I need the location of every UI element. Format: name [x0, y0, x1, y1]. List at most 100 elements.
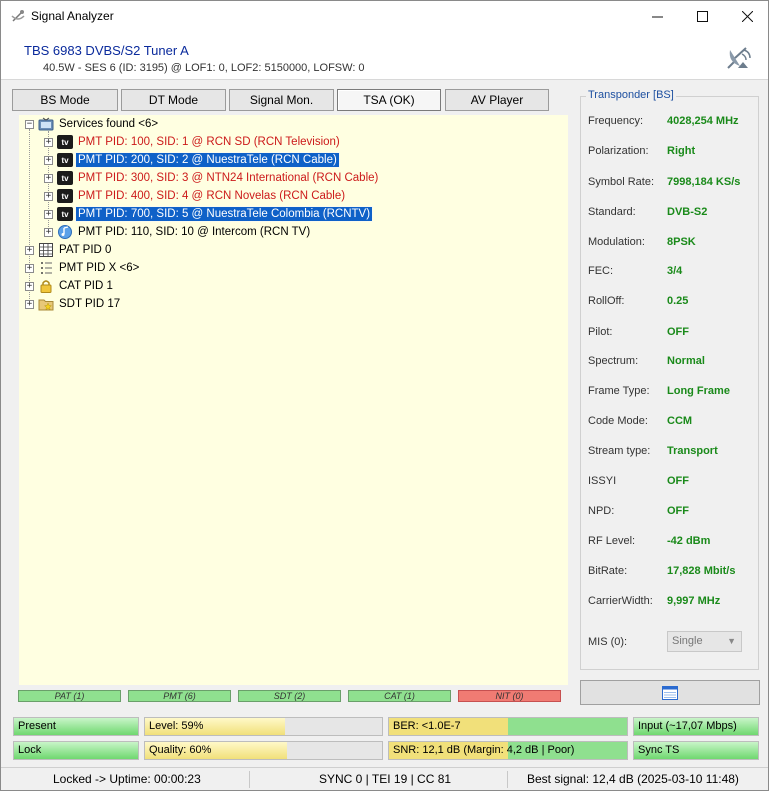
transponder-title: Transponder [BS] [586, 89, 676, 101]
tree-node-service[interactable]: + tv PMT PID: 100, SID: 1 @ RCN SD (RCN … [44, 134, 342, 150]
pid-status-pmt: PMT (6) [128, 690, 231, 702]
prop-key: Symbol Rate: [588, 176, 655, 188]
tab-tsa[interactable]: TSA (OK) [337, 89, 441, 111]
service-tree[interactable]: − Services found <6> + tv PMT PID: 100, … [19, 115, 568, 685]
tree-node-cat[interactable]: + CAT PID 1 [25, 278, 115, 294]
sync-indicator: Sync TS [633, 741, 759, 760]
tree-node-service[interactable]: + tv PMT PID: 200, SID: 2 @ NuestraTele … [44, 152, 340, 168]
prop-value: -42 dBm [667, 535, 711, 547]
prop-value: 3/4 [667, 265, 683, 277]
list-icon [41, 262, 52, 274]
prop-value: OFF [667, 475, 689, 487]
prop-key: Modulation: [588, 236, 645, 248]
snr-meter: SNR: 12,1 dB (Margin: 4,2 dB | Poor) [388, 741, 628, 760]
tree-node-label: PMT PID: 100, SID: 1 @ RCN SD (RCN Telev… [78, 136, 340, 148]
prop-value: CCM [667, 415, 693, 427]
prop-key: Pilot: [588, 326, 613, 338]
expand-icon[interactable]: + [25, 263, 34, 273]
tv-icon: tv [57, 189, 73, 203]
tree-node-label: Services found <6> [59, 118, 159, 130]
tree-node-label: PMT PID: 700, SID: 5 @ NuestraTele Colom… [74, 206, 374, 222]
close-icon [741, 11, 753, 22]
tree-node-service[interactable]: + tv PMT PID: 700, SID: 5 @ NuestraTele … [44, 206, 374, 222]
prop-key: NPD: [588, 505, 615, 517]
tab-signal-mon[interactable]: Signal Mon. [229, 89, 334, 111]
expand-icon[interactable]: + [44, 137, 53, 147]
ber-label: BER: <1.0E-7 [393, 720, 461, 732]
prop-value: Normal [667, 355, 705, 367]
maximize-button[interactable] [679, 1, 725, 32]
expand-icon[interactable]: + [44, 227, 53, 237]
pid-status-pat: PAT (1) [18, 690, 121, 702]
tv-icon: tv [57, 135, 73, 149]
panel-toggle-button[interactable] [580, 680, 760, 705]
tree-node-services[interactable]: − Services found <6> [25, 116, 160, 132]
status-sync: SYNC 0 | TEI 19 | CC 81 [319, 772, 452, 786]
prop-key: CarrierWidth: [588, 595, 653, 607]
tree-node-label: PMT PID: 200, SID: 2 @ NuestraTele (RCN … [75, 152, 340, 168]
prop-key: RF Level: [588, 535, 636, 547]
sync-label: Sync TS [638, 744, 680, 756]
expand-icon[interactable]: + [44, 173, 53, 183]
prop-key: RollOff: [588, 295, 625, 307]
minimize-button[interactable] [634, 1, 680, 32]
tree-node-pat[interactable]: + PAT PID 0 [25, 242, 113, 258]
expand-icon[interactable]: + [44, 191, 53, 201]
expand-icon[interactable]: + [25, 299, 34, 309]
level-label: Level: 59% [149, 720, 204, 732]
lock-indicator: Lock [13, 741, 139, 760]
prop-value: 17,828 Mbit/s [667, 565, 736, 577]
expand-icon[interactable]: + [25, 245, 34, 255]
tree-node-sdt[interactable]: + SDT PID 17 [25, 296, 122, 312]
maximize-icon [696, 11, 708, 22]
prop-value: 7998,184 KS/s [667, 176, 741, 188]
prop-key: Frequency: [588, 115, 644, 127]
prop-key: Frame Type: [588, 385, 650, 397]
device-header: TBS 6983 DVBS/S2 Tuner A 40.5W - SES 6 (… [1, 32, 768, 80]
minimize-icon [651, 16, 663, 18]
prop-value: OFF [667, 505, 689, 517]
prop-value: 8PSK [667, 236, 696, 248]
prop-value: 0.25 [667, 295, 689, 307]
close-button[interactable] [724, 1, 769, 32]
prop-value: OFF [667, 326, 689, 338]
tab-av-player[interactable]: AV Player [445, 89, 549, 111]
mis-label: MIS (0): [588, 636, 628, 648]
quality-label: Quality: 60% [149, 744, 212, 756]
tree-node-label: CAT PID 1 [59, 280, 113, 292]
status-best-signal: Best signal: 12,4 dB (2025-03-10 11:48) [527, 772, 739, 786]
tv-icon: tv [57, 153, 73, 167]
window-list-icon [662, 685, 678, 700]
satellite-dish-icon [11, 10, 25, 22]
expand-icon[interactable]: + [25, 281, 34, 291]
prop-key: Standard: [588, 206, 636, 218]
tree-node-label: SDT PID 17 [59, 298, 121, 310]
tree-node-service[interactable]: + tv PMT PID: 300, SID: 3 @ NTN24 Intern… [44, 170, 380, 186]
ber-meter: BER: <1.0E-7 [388, 717, 628, 736]
prop-value: DVB-S2 [667, 206, 708, 218]
lock-label: Lock [18, 744, 42, 756]
quality-meter: Quality: 60% [144, 741, 383, 760]
expand-icon[interactable]: + [44, 155, 53, 165]
tab-bs-mode[interactable]: BS Mode [12, 89, 118, 111]
status-separator [507, 771, 508, 788]
window-title: Signal Analyzer [31, 9, 114, 23]
tree-node-label: PMT PID: 400, SID: 4 @ RCN Novelas (RCN … [78, 190, 346, 202]
input-indicator: Input (~17,07 Mbps) [633, 717, 759, 736]
collapse-icon[interactable]: − [25, 119, 34, 129]
prop-value: Transport [667, 445, 718, 457]
radio-note-icon [58, 225, 72, 239]
prop-key: FEC: [588, 265, 614, 277]
prop-value: 9,997 MHz [667, 595, 721, 607]
mis-select[interactable]: Single ▼ [667, 631, 742, 652]
tab-dt-mode[interactable]: DT Mode [121, 89, 226, 111]
prop-key: Code Mode: [588, 415, 648, 427]
tree-node-service[interactable]: + tv PMT PID: 400, SID: 4 @ RCN Novelas … [44, 188, 347, 204]
expand-icon[interactable]: + [44, 209, 53, 219]
chevron-down-icon: ▼ [727, 636, 736, 646]
tree-node-pmt[interactable]: + PMT PID X <6> [25, 260, 141, 276]
tree-node-service[interactable]: + PMT PID: 110, SID: 10 @ Intercom (RCN … [44, 224, 312, 240]
tree-node-label: PMT PID: 110, SID: 10 @ Intercom (RCN TV… [78, 226, 311, 238]
pid-status-cat: CAT (1) [348, 690, 451, 702]
mis-select-value: Single [672, 635, 703, 647]
